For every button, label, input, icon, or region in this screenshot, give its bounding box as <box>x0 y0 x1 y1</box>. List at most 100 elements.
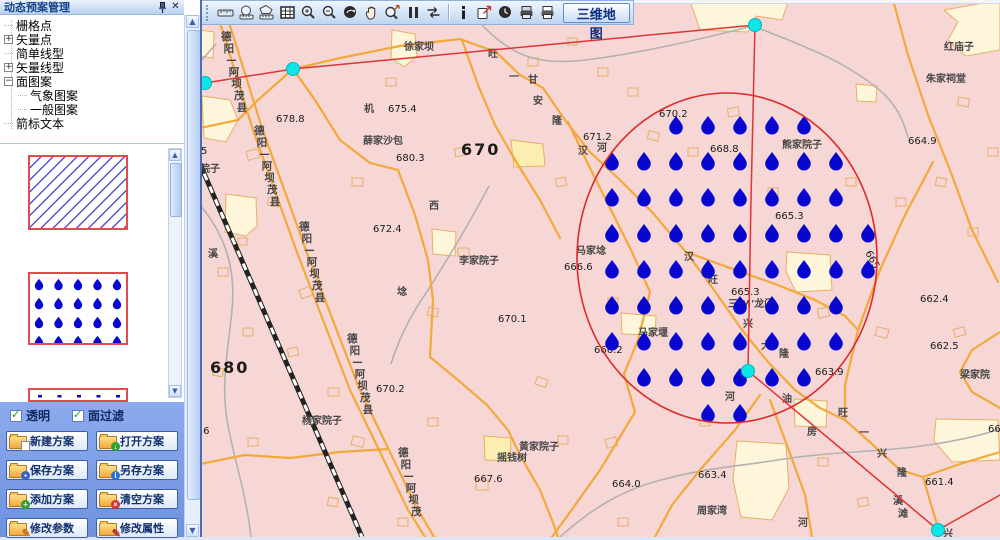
plan-manager-panel: 动态预案管理 ✕ 栅格点+矢量点简单线型+矢量线型−面图案气象图案一般图案箭标文… <box>0 0 200 537</box>
measure-polygon-icon[interactable] <box>257 2 278 23</box>
toolbar-grip[interactable] <box>206 5 211 21</box>
folder-save-button[interactable]: ▪保存方案 <box>6 460 88 480</box>
collapse-icon[interactable]: − <box>4 77 13 86</box>
checkbox-透明[interactable]: 透明 <box>10 407 50 424</box>
scroll-down-icon[interactable]: ▼ <box>169 385 181 397</box>
place-label: 周家湾 <box>697 504 727 517</box>
badge-icon: × <box>111 500 120 509</box>
map-3d-button[interactable]: 三维地图 <box>563 3 630 23</box>
vertex-handle[interactable] <box>749 19 762 32</box>
badge-icon <box>21 441 30 451</box>
zoom-in-icon[interactable] <box>298 2 319 23</box>
print-icon[interactable] <box>537 2 558 23</box>
edit-props-button[interactable]: ✎修改属性 <box>96 518 178 538</box>
checkbox-icon[interactable] <box>10 410 22 422</box>
road-name-label: 德 <box>397 446 409 459</box>
road-name-label: 茂 <box>410 505 422 518</box>
zoom-out-icon[interactable] <box>319 2 340 23</box>
pan-icon[interactable] <box>361 2 382 23</box>
measure-distance-icon[interactable] <box>215 2 236 23</box>
place-label: 一 <box>859 428 869 439</box>
pencil-icon: ✎ <box>112 529 121 539</box>
place-label: 徐家坝 <box>403 40 434 53</box>
elevation-label: 662.5 <box>930 341 959 352</box>
road-name-label: 县 <box>270 196 281 208</box>
tree-item-面图案[interactable]: −面图案 <box>0 74 184 88</box>
expand-icon[interactable]: + <box>4 63 13 72</box>
scroll-up-icon[interactable]: ▲ <box>169 149 181 161</box>
folder-new-icon <box>9 436 27 449</box>
clock-icon[interactable] <box>495 2 516 23</box>
hatch-pattern[interactable] <box>28 155 128 230</box>
export-icon[interactable] <box>474 2 495 23</box>
place-label: 隆 <box>552 114 563 127</box>
scroll-down-icon[interactable]: ▼ <box>186 524 199 537</box>
map-viewport[interactable]: 徐家坝红庙子朱家祠堂薛家沙包熊家院子李家院子马家埝马家堰杨家院子黄家院子摇钱树周… <box>200 0 1000 537</box>
full-extent-icon[interactable] <box>340 2 361 23</box>
close-icon[interactable]: ✕ <box>169 1 182 13</box>
partial-pattern[interactable] <box>28 388 128 402</box>
elevation-label: 670.2 <box>659 109 688 120</box>
road-name-label: 阿 <box>307 256 318 268</box>
refresh-icon[interactable] <box>423 2 444 23</box>
place-label: 西 <box>429 200 439 212</box>
tree-connector <box>18 95 27 96</box>
place-label: 朱家祠堂 <box>926 72 966 85</box>
scroll-up-icon[interactable]: ▲ <box>186 15 199 28</box>
road-name-label: 茂 <box>266 183 278 196</box>
elevation-label: 663.9 <box>815 367 844 378</box>
grid-icon[interactable] <box>277 2 298 23</box>
vertex-handle[interactable] <box>742 365 755 378</box>
pattern-tree: 栅格点+矢量点简单线型+矢量线型−面图案气象图案一般图案箭标文本 <box>0 16 184 144</box>
folder-save-icon: ▪ <box>9 465 27 478</box>
folder-add-button[interactable]: +添加方案 <box>6 489 88 509</box>
pause-icon[interactable] <box>403 2 424 23</box>
folder-open-button[interactable]: ↓打开方案 <box>96 431 178 451</box>
elevation-label: 670.1 <box>498 314 527 325</box>
folder-new-button[interactable]: 新建方案 <box>6 431 88 451</box>
drops-pattern[interactable] <box>28 272 128 345</box>
edit-params-button[interactable]: ✎修改参数 <box>6 518 88 538</box>
pattern-scrollbar[interactable]: ▲ ▼ <box>168 148 182 398</box>
checkbox-面过滤[interactable]: 面过滤 <box>72 407 124 424</box>
measure-area-icon[interactable] <box>236 2 257 23</box>
tree-item-气象图案[interactable]: 气象图案 <box>0 88 184 102</box>
place-label: 兴 <box>743 317 753 330</box>
folder-info-button[interactable]: i另存方案 <box>96 460 178 480</box>
vertex-handle[interactable] <box>202 77 212 90</box>
vertex-handle[interactable] <box>932 524 945 537</box>
road-name-label: 坝 <box>408 493 419 506</box>
sidebar-scrollbar-thumb[interactable] <box>187 30 201 500</box>
sidebar-scrollbar[interactable]: ▲ ▼ <box>184 15 200 537</box>
checkbox-icon[interactable] <box>72 410 84 422</box>
place-label: 汉 <box>578 144 589 157</box>
panel-title: 动态预案管理 <box>4 0 156 15</box>
folder-clear-button[interactable]: ×清空方案 <box>96 489 178 509</box>
print-preview-icon[interactable] <box>516 2 537 23</box>
button-label: 修改属性 <box>120 520 164 536</box>
zoom-select-icon[interactable] <box>382 2 403 23</box>
road-name-label: 阿 <box>406 482 417 494</box>
road-name-label: 德 <box>298 220 310 233</box>
place-label: 甘 <box>528 73 538 86</box>
place-label: 汉 <box>684 250 695 263</box>
road-name-label: 坝 <box>357 379 368 392</box>
identify-icon[interactable] <box>453 2 474 23</box>
elevation-label: 661.4 <box>925 477 954 488</box>
elevation-label: 66 <box>988 424 1000 435</box>
place-label: 机 <box>364 102 374 115</box>
road-name-label: 县 <box>315 292 326 304</box>
place-label: 兴 <box>877 447 887 460</box>
expand-icon[interactable]: + <box>4 35 13 44</box>
button-label: 清空方案 <box>120 491 164 507</box>
vertex-handle[interactable] <box>287 63 300 76</box>
road-name-label: 德 <box>253 124 265 137</box>
map-canvas[interactable]: 徐家坝红庙子朱家祠堂薛家沙包熊家院子李家院子马家埝马家堰杨家院子黄家院子摇钱树周… <box>202 0 1000 537</box>
pin-icon[interactable] <box>156 1 169 13</box>
place-label: 滩 <box>898 507 908 520</box>
pattern-scrollbar-thumb[interactable] <box>170 163 182 217</box>
tree-item-箭标文本[interactable]: 箭标文本 <box>0 116 184 130</box>
road-name-label: 阿 <box>229 66 240 78</box>
road-name-label: 德 <box>346 332 358 345</box>
badge-icon: + <box>21 500 30 509</box>
